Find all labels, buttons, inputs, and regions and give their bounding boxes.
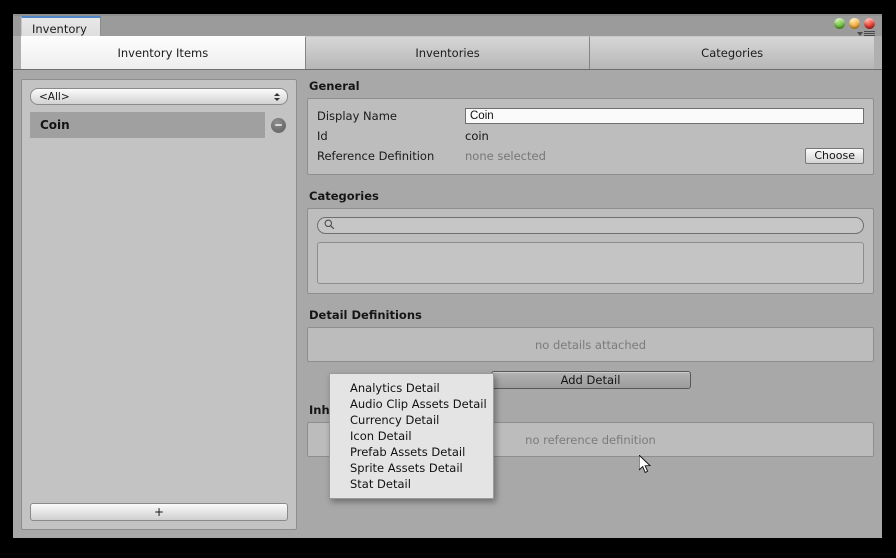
tab-label: Inventories bbox=[415, 46, 480, 60]
id-label: Id bbox=[317, 129, 328, 143]
maximize-button[interactable] bbox=[834, 18, 845, 29]
inherited-detail-definitions-empty-text: no reference definition bbox=[525, 432, 656, 447]
menu-item-prefab-assets-detail[interactable]: Prefab Assets Detail bbox=[330, 444, 493, 460]
display-name-label: Display Name bbox=[317, 109, 397, 123]
item-sidebar: <All> Coin + bbox=[21, 79, 297, 530]
chevron-down-icon bbox=[857, 31, 863, 36]
category-filter-value: <All> bbox=[39, 90, 70, 103]
updown-arrows-icon bbox=[274, 92, 280, 101]
id-value: coin bbox=[465, 129, 489, 143]
categories-list[interactable] bbox=[317, 242, 864, 284]
minimize-button[interactable] bbox=[849, 18, 860, 29]
list-item-label[interactable]: Coin bbox=[30, 112, 265, 138]
add-detail-button-label: Add Detail bbox=[560, 373, 621, 387]
close-button[interactable] bbox=[864, 18, 875, 29]
display-name-input[interactable] bbox=[465, 108, 864, 124]
search-icon bbox=[324, 219, 335, 233]
reference-definition-row: Reference Definition none selected Choos… bbox=[317, 146, 864, 166]
reference-definition-value: none selected bbox=[465, 149, 546, 163]
choose-button[interactable]: Choose bbox=[805, 148, 864, 164]
display-name-row: Display Name bbox=[317, 106, 864, 126]
add-detail-button[interactable]: Add Detail bbox=[490, 371, 691, 389]
choose-button-label: Choose bbox=[814, 149, 855, 162]
menu-item-sprite-assets-detail[interactable]: Sprite Assets Detail bbox=[330, 460, 493, 476]
remove-item-icon[interactable] bbox=[271, 117, 286, 133]
categories-box bbox=[307, 208, 874, 294]
menu-lines bbox=[864, 31, 875, 36]
editor-window: Inventory Inventory Items Inventories Ca… bbox=[13, 14, 882, 538]
menu-item-analytics-detail[interactable]: Analytics Detail bbox=[330, 380, 493, 396]
category-search-field[interactable] bbox=[317, 217, 864, 234]
category-filter-dropdown[interactable]: <All> bbox=[30, 88, 288, 105]
tab-categories[interactable]: Categories bbox=[590, 36, 875, 69]
main-tabstrip: Inventory Items Inventories Categories bbox=[13, 36, 882, 70]
add-item-label: + bbox=[153, 505, 165, 519]
menu-item-audio-clip-assets-detail[interactable]: Audio Clip Assets Detail bbox=[330, 396, 493, 412]
inventory-item-list[interactable]: Coin bbox=[30, 112, 288, 497]
window-tab-inventory[interactable]: Inventory bbox=[21, 16, 101, 36]
categories-section-title: Categories bbox=[309, 189, 379, 203]
window-titlebar: Inventory bbox=[13, 14, 882, 36]
detail-definitions-empty-text: no details attached bbox=[534, 337, 647, 352]
menu-item-stat-detail[interactable]: Stat Detail bbox=[330, 476, 493, 492]
reference-definition-label: Reference Definition bbox=[317, 149, 435, 163]
list-item[interactable]: Coin bbox=[30, 112, 288, 138]
id-row: Id coin bbox=[317, 126, 864, 146]
add-item-button[interactable]: + bbox=[30, 503, 288, 521]
window-controls bbox=[834, 18, 875, 29]
menu-item-currency-detail[interactable]: Currency Detail bbox=[330, 412, 493, 428]
menu-item-icon-detail[interactable]: Icon Detail bbox=[330, 428, 493, 444]
window-body: <All> Coin + General Display Name Coin I… bbox=[13, 70, 882, 538]
tab-inventory-items[interactable]: Inventory Items bbox=[21, 36, 306, 69]
tab-label: Categories bbox=[701, 46, 764, 60]
general-section-title: General bbox=[309, 79, 360, 93]
tab-inventories[interactable]: Inventories bbox=[305, 36, 591, 69]
add-detail-dropdown-menu[interactable]: Analytics Detail Audio Clip Assets Detai… bbox=[329, 373, 494, 499]
detail-definitions-empty-box: no details attached bbox=[307, 327, 874, 362]
general-box: Display Name Id coin Reference Definitio… bbox=[307, 98, 874, 175]
hamburger-menu-icon[interactable] bbox=[857, 31, 875, 36]
tab-label: Inventory Items bbox=[117, 46, 209, 60]
detail-definitions-section-title: Detail Definitions bbox=[309, 308, 422, 322]
window-tab-label: Inventory bbox=[32, 22, 87, 36]
